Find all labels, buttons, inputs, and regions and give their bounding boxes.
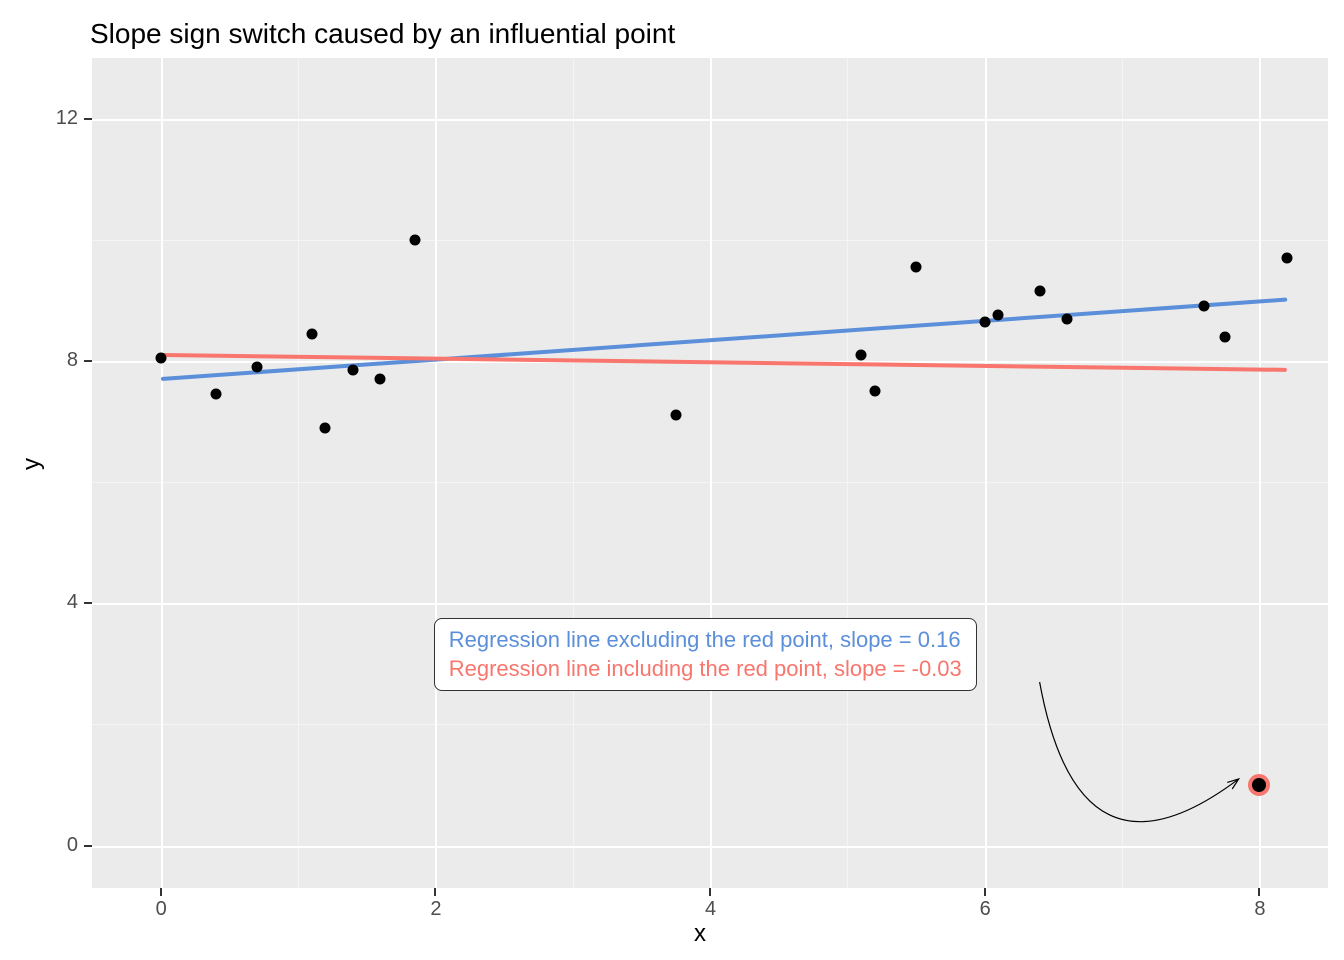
annotation-arrow	[0, 0, 1344, 960]
